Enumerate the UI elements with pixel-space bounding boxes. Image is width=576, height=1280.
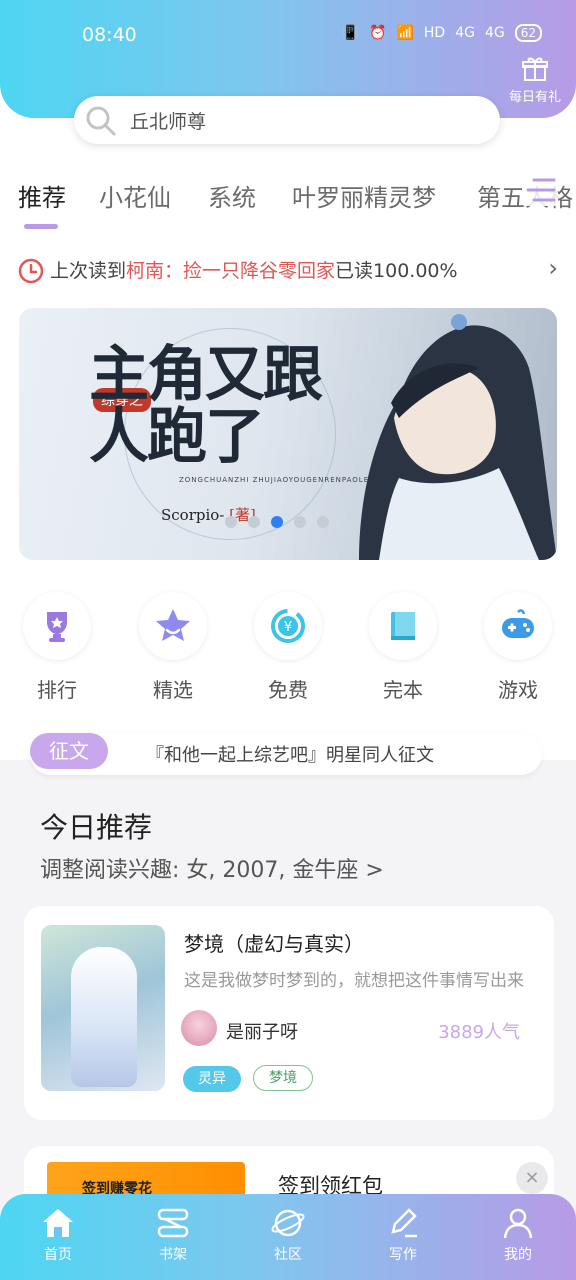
last-read-prefix: 上次读到 xyxy=(50,260,127,282)
last-read-progress: 已读100.00% xyxy=(335,260,458,282)
status-icons: 📳 ⏰ 📶 HD 4G 4G 62 xyxy=(342,24,542,42)
alarm-icon: ⏰ xyxy=(369,25,387,41)
bookshelf-icon xyxy=(157,1208,189,1238)
active-tab-indicator xyxy=(24,224,58,229)
wifi-icon: 📶 xyxy=(396,25,414,41)
nav-home-label: 首页 xyxy=(44,1247,72,1263)
planet-icon xyxy=(271,1209,305,1237)
nav-bookshelf-label: 书架 xyxy=(159,1247,187,1263)
signal-2-label: 4G xyxy=(484,25,505,41)
tab-yeluoli[interactable]: 叶罗丽精灵梦 xyxy=(292,178,436,213)
trophy-icon xyxy=(47,612,67,642)
tab-system[interactable]: 系统 xyxy=(208,178,256,213)
category-ranking[interactable]: 排行 xyxy=(17,592,97,703)
search-input-text: 丘北师尊 xyxy=(130,111,207,133)
menu-icon[interactable] xyxy=(524,174,558,206)
nav-write-label: 写作 xyxy=(389,1247,417,1263)
nav-profile[interactable]: 我的 xyxy=(478,1206,558,1264)
hd-label: HD xyxy=(423,25,446,41)
gamepad-icon xyxy=(502,609,534,638)
carousel-dots xyxy=(225,516,329,528)
book-icon xyxy=(391,612,415,640)
book-card[interactable]: 梦境（虚幻与真实） 这是我做梦时梦到的，就想把这件事情写出来 是丽子呀 3889… xyxy=(24,906,554,1120)
gift-label: 每日有礼 xyxy=(508,90,561,105)
nav-community[interactable]: 社区 xyxy=(248,1206,328,1264)
category-games[interactable]: 游戏 xyxy=(478,592,558,703)
banner-carousel[interactable]: 综穿之 主角又跟人跑了 ZONGCHUANZHI ZHUJIAOYOUGENRE… xyxy=(19,308,557,560)
status-bar: 08:40 📳 ⏰ 📶 HD 4G 4G 62 xyxy=(0,0,576,72)
nav-community-label: 社区 xyxy=(274,1247,302,1263)
status-time: 08:40 xyxy=(82,24,137,46)
chevron-right-icon: › xyxy=(548,254,558,282)
book-title: 梦境（虚幻与真实） xyxy=(184,932,364,956)
category-free[interactable]: ¥ 免费 xyxy=(248,592,328,703)
nav-home[interactable]: 首页 xyxy=(18,1206,98,1264)
last-read-book: 柯南：捡一只降谷零回家 xyxy=(126,260,336,282)
category-shortcuts: 排行 精选 ¥ 免费 完本 游戏 xyxy=(0,592,576,712)
book-cover xyxy=(41,925,165,1091)
pen-icon xyxy=(391,1208,417,1238)
bottom-navigation: 首页 书架 社区 写作 我的 xyxy=(0,1194,576,1280)
home-icon xyxy=(43,1209,73,1237)
category-label: 免费 xyxy=(268,678,308,702)
contest-notice[interactable]: 征文 『和他一起上综艺吧』明星同人征文 xyxy=(30,733,542,775)
carousel-dot-active[interactable] xyxy=(271,516,283,528)
popularity-count: 3889人气 xyxy=(438,1022,520,1043)
avatar xyxy=(181,1010,217,1046)
carousel-dot[interactable] xyxy=(294,516,306,528)
clock-icon xyxy=(18,258,44,284)
genre-tag[interactable]: 灵异 xyxy=(183,1066,241,1092)
category-label: 完本 xyxy=(383,678,423,702)
nav-profile-label: 我的 xyxy=(504,1247,532,1263)
banner-author-name: Scorpio-. xyxy=(161,506,230,524)
gift-icon xyxy=(522,57,548,81)
carousel-dot[interactable] xyxy=(317,516,329,528)
category-featured[interactable]: 精选 xyxy=(133,592,213,703)
nav-write[interactable]: 写作 xyxy=(363,1206,443,1264)
last-read-text: 上次读到柯南：捡一只降谷零回家已读100.00% xyxy=(50,256,458,283)
notice-tag: 征文 xyxy=(30,733,108,769)
book-description: 这是我做梦时梦到的，就想把这件事情写出来 xyxy=(184,971,524,991)
tab-xiaohuaxian[interactable]: 小花仙 xyxy=(99,178,171,213)
close-icon[interactable]: × xyxy=(516,1162,548,1194)
user-icon xyxy=(503,1208,533,1239)
star-icon xyxy=(156,609,190,641)
carousel-dot[interactable] xyxy=(225,516,237,528)
category-label: 游戏 xyxy=(498,678,538,702)
banner-title: 主角又跟人跑了 xyxy=(89,340,323,472)
vibrate-icon: 📳 xyxy=(341,25,359,41)
tab-recommend[interactable]: 推荐 xyxy=(18,178,66,213)
recommend-title: 今日推荐 xyxy=(40,811,153,844)
search-icon xyxy=(86,106,116,136)
svg-text:¥: ¥ xyxy=(284,620,292,635)
battery-icon: 62 xyxy=(514,24,542,42)
signal-1-label: 4G xyxy=(455,25,475,41)
nav-bookshelf[interactable]: 书架 xyxy=(133,1206,213,1264)
genre-tag[interactable]: 梦境 xyxy=(253,1065,313,1091)
category-label: 排行 xyxy=(37,678,77,702)
daily-gift-button[interactable]: 每日有礼 xyxy=(506,56,564,105)
adjust-interests-link[interactable]: 调整阅读兴趣: 女, 2007, 金牛座 > xyxy=(40,852,384,884)
last-read-bar[interactable]: 上次读到柯南：捡一只降谷零回家已读100.00% › xyxy=(18,254,558,286)
carousel-dot[interactable] xyxy=(248,516,260,528)
category-completed[interactable]: 完本 xyxy=(363,592,443,703)
search-bar[interactable]: 丘北师尊 xyxy=(74,96,500,144)
category-tabs: 推荐 小花仙 系统 叶罗丽精灵梦 第五人格 xyxy=(0,172,576,232)
category-label: 精选 xyxy=(153,678,193,702)
yen-icon: ¥ xyxy=(271,609,305,643)
author-name: 是丽子呀 xyxy=(226,1022,298,1043)
notice-text: 『和他一起上综艺吧』明星同人征文 xyxy=(146,745,434,766)
banner-pinyin: ZONGCHUANZHI ZHUJIAOYOUGENRENPAOLE xyxy=(179,476,370,484)
